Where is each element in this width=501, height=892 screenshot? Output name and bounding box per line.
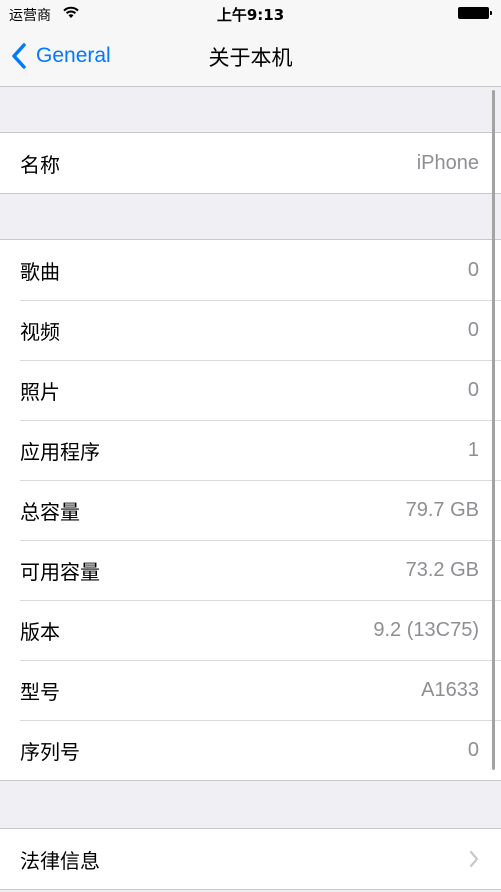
legal-group: 法律信息	[0, 828, 501, 890]
battery-full-icon	[458, 7, 492, 19]
row-value: 0	[467, 738, 479, 761]
row-value: 0	[467, 258, 479, 281]
name-group: 名称 iPhone	[0, 132, 501, 194]
navigation-bar: General 关于本机	[0, 28, 501, 87]
row-videos: 视频 0	[0, 300, 501, 360]
row-label: 照片	[20, 379, 60, 404]
row-capacity: 总容量 79.7 GB	[0, 480, 501, 540]
row-value: A1633	[421, 678, 479, 701]
row-label: 歌曲	[20, 259, 60, 284]
row-songs: 歌曲 0	[0, 240, 501, 300]
row-label: 序列号	[20, 739, 80, 764]
row-available: 可用容量 73.2 GB	[0, 540, 501, 600]
row-value: 0	[467, 378, 479, 401]
row-serial-number: 序列号 0	[0, 720, 501, 780]
row-label: 版本	[20, 619, 60, 644]
row-label: 名称	[20, 152, 60, 177]
row-name[interactable]: 名称 iPhone	[0, 133, 501, 193]
row-photos: 照片 0	[0, 360, 501, 420]
row-model: 型号 A1633	[0, 660, 501, 720]
row-value: 0	[467, 318, 479, 341]
row-value: iPhone	[416, 151, 479, 174]
row-version: 版本 9.2 (13C75)	[0, 600, 501, 660]
status-time: 上午9:13	[216, 6, 285, 24]
row-value: 79.7 GB	[405, 498, 479, 521]
row-value: 73.2 GB	[405, 558, 479, 581]
row-value: 1	[467, 438, 479, 461]
info-group: 歌曲 0 视频 0 照片 0 应用程序 1 总容量 79.7 GB 可用容量 7…	[0, 239, 501, 781]
scroll-indicator[interactable]	[492, 90, 495, 770]
row-legal[interactable]: 法律信息	[0, 829, 501, 889]
row-label: 型号	[20, 679, 60, 704]
row-label: 视频	[20, 319, 60, 344]
row-label: 总容量	[20, 499, 80, 524]
row-applications: 应用程序 1	[0, 420, 501, 480]
status-bar: 运营商 上午9:13	[0, 0, 501, 28]
row-value: 9.2 (13C75)	[373, 618, 479, 641]
chevron-right-icon	[469, 850, 479, 868]
row-label: 可用容量	[20, 559, 100, 584]
row-label: 法律信息	[20, 848, 100, 873]
page-title: 关于本机	[208, 46, 293, 70]
row-label: 应用程序	[20, 439, 100, 464]
